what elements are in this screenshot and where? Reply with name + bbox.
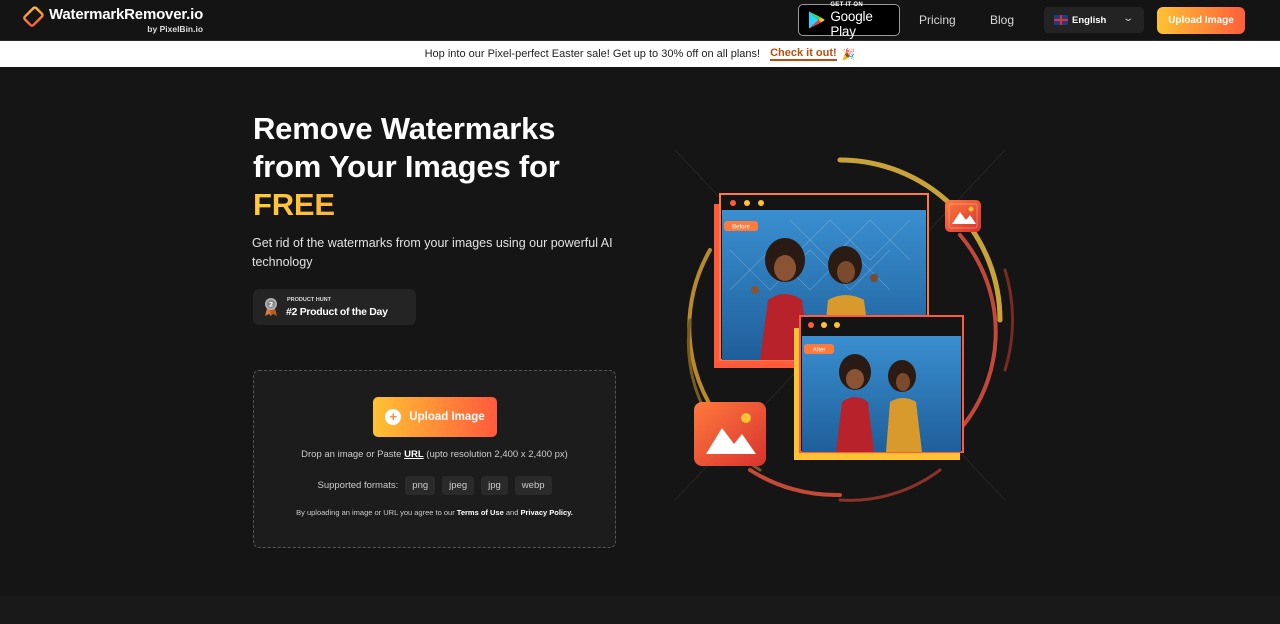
supported-formats: Supported formats: png jpeg jpg webp (254, 476, 615, 495)
language-selector[interactable]: English ⌄ (1044, 7, 1144, 33)
nav-pricing-link[interactable]: Pricing (919, 13, 956, 27)
hero-title-highlight: FREE (253, 186, 560, 224)
promo-link[interactable]: Check it out! (770, 47, 837, 61)
party-popper-icon: 🎉 (841, 48, 856, 61)
upload-button-label: Upload Image (409, 411, 485, 423)
google-play-button[interactable]: GET IT ON Google Play (798, 1, 900, 39)
promo-banner: Hop into our Pixel-perfect Easter sale! … (0, 41, 1280, 67)
drop-prefix: Drop an image or Paste (301, 449, 402, 460)
hero-title: Remove Watermarks from Your Images for F… (253, 110, 560, 224)
medal-icon: 2 (265, 298, 277, 316)
formats-label: Supported formats: (317, 480, 399, 491)
logo-icon (23, 6, 44, 29)
language-label: English (1072, 14, 1107, 26)
format-chip: jpg (481, 476, 508, 495)
uk-flag-icon (1054, 15, 1068, 25)
hero-title-line1: Remove Watermarks (253, 111, 556, 146)
upload-dropzone[interactable]: + Upload Image Drop an image or Paste UR… (253, 370, 616, 548)
site-logo[interactable]: WatermarkRemover.io by PixelBin.io (20, 6, 203, 34)
product-hunt-label: PRODUCT HUNT (287, 297, 331, 303)
google-play-text: Google Play (830, 8, 873, 39)
privacy-policy-link[interactable]: Privacy Policy. (520, 508, 572, 517)
drop-instructions: Drop an image or Paste URL (upto resolut… (254, 449, 615, 460)
medal-number: 2 (269, 301, 274, 309)
format-chip: png (405, 476, 436, 495)
format-chip: webp (514, 476, 552, 495)
logo-subtitle: by PixelBin.io (147, 24, 204, 34)
terms-of-use-link[interactable]: Terms of Use (457, 508, 504, 517)
before-label: Before (732, 225, 750, 231)
upload-image-button[interactable]: + Upload Image (373, 397, 497, 437)
terms-prefix: By uploading an image or URL you agree t… (296, 508, 455, 517)
top-navbar: WatermarkRemover.io by PixelBin.io GET I… (0, 0, 1280, 41)
page-footer-strip (0, 596, 1280, 624)
hero-description: Get rid of the watermarks from your imag… (252, 236, 613, 269)
after-label: After (813, 348, 826, 354)
google-play-icon (808, 11, 825, 29)
format-chip: jpeg (442, 476, 475, 495)
hero-title-line2: from Your Images for (253, 149, 560, 184)
resolution-note: (upto resolution 2,400 x 2,400 px) (426, 449, 568, 460)
product-hunt-badge[interactable]: 2 PRODUCT HUNT #2 Product of the Day (253, 289, 416, 325)
product-hunt-rank: #2 Product of the Day (286, 306, 388, 318)
promo-text: Hop into our Pixel-perfect Easter sale! … (424, 48, 761, 60)
logo-title: WatermarkRemover.io (49, 6, 204, 23)
nav-blog-link[interactable]: Blog (990, 13, 1014, 27)
chevron-down-icon: ⌄ (1121, 13, 1134, 24)
google-play-small-text: GET IT ON (830, 1, 864, 8)
header-upload-button[interactable]: Upload Image (1157, 7, 1245, 34)
hero-illustration: Before After (674, 149, 1015, 502)
paste-url-link[interactable]: URL (404, 449, 424, 460)
terms-notice: By uploading an image or URL you agree t… (254, 508, 615, 517)
terms-and: and (505, 508, 519, 517)
plus-icon: + (385, 409, 402, 425)
